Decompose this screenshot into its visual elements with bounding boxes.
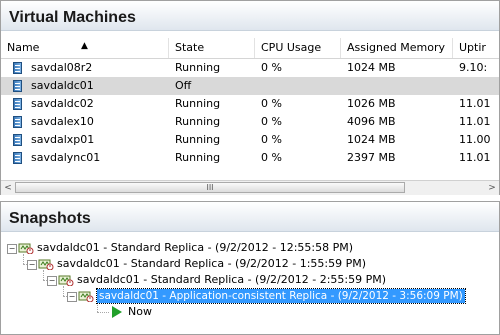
vm-name: savdalync01	[31, 151, 101, 164]
virtual-machine-icon	[13, 62, 22, 74]
vm-state: Running	[175, 97, 221, 110]
vm-uptime	[459, 77, 499, 95]
snapshot-icon	[18, 243, 34, 254]
scrollbar-thumb[interactable]: III	[15, 182, 405, 193]
snapshots-title: Snapshots	[1, 202, 499, 232]
vm-uptime: 11.01	[459, 97, 491, 110]
snapshot-icon	[38, 259, 54, 270]
snapshot-label-selected[interactable]: savdaldc01 - Application-consistent Repl…	[96, 288, 466, 304]
vm-cpu-usage	[261, 77, 341, 95]
column-header-cpu-usage[interactable]: CPU Usage	[255, 38, 341, 58]
vm-name: savdalex10	[31, 115, 94, 128]
now-play-icon	[112, 306, 122, 318]
snapshot-icon	[58, 275, 74, 286]
snapshot-node[interactable]: − savdaldc01 - Standard Replica - (9/2/2…	[1, 273, 499, 287]
snapshot-node[interactable]: − savdaldc01 - Standard Replica - (9/2/2…	[1, 257, 499, 271]
vm-assigned-memory: 1024 MB	[347, 61, 396, 74]
column-header-assigned-memory[interactable]: Assigned Memory	[341, 38, 453, 58]
column-header-uptime[interactable]: Uptir	[453, 38, 499, 58]
vm-name: savdal08r2	[31, 61, 93, 74]
sort-ascending-icon: ▲	[81, 41, 88, 51]
vm-assigned-memory	[347, 77, 447, 95]
virtual-machine-icon	[13, 134, 22, 146]
vm-row[interactable]: savdal08r2 Running 0 % 1024 MB 9.10:	[1, 59, 499, 77]
vm-uptime: 11.01	[459, 151, 491, 164]
vm-state: Running	[175, 61, 221, 74]
collapse-icon[interactable]: −	[47, 276, 57, 286]
collapse-icon[interactable]: −	[7, 244, 17, 254]
snapshot-node-now[interactable]: Now	[1, 305, 201, 319]
virtual-machine-icon	[13, 80, 22, 92]
snapshot-label: savdaldc01 - Standard Replica - (9/2/201…	[57, 257, 367, 270]
vm-state: Running	[175, 115, 221, 128]
vm-assigned-memory: 1024 MB	[347, 133, 396, 146]
vm-state: Off	[175, 79, 192, 92]
vm-state: Running	[175, 133, 221, 146]
collapse-icon[interactable]: −	[67, 292, 77, 302]
vm-uptime: 9.10:	[459, 61, 488, 74]
column-header-row: Name ▲ State CPU Usage Assigned Memory U…	[1, 38, 499, 59]
vm-name: savdalxp01	[31, 133, 95, 146]
virtual-machine-icon	[13, 116, 22, 128]
vm-assigned-memory: 2397 MB	[347, 151, 396, 164]
vm-uptime: 11.01	[459, 115, 491, 128]
column-header-state[interactable]: State	[169, 38, 255, 58]
vm-list: savdal08r2 Running 0 % 1024 MB 9.10: sav…	[1, 59, 499, 167]
virtual-machine-icon	[13, 98, 22, 110]
vm-state: Running	[175, 151, 221, 164]
snapshot-label: savdaldc01 - Standard Replica - (9/2/201…	[77, 273, 387, 286]
virtual-machines-title: Virtual Machines	[1, 1, 499, 31]
snapshot-label-now: Now	[128, 305, 152, 318]
scroll-left-icon[interactable]: <	[1, 181, 15, 195]
vm-cpu-usage: 0 %	[261, 97, 282, 110]
horizontal-scrollbar[interactable]: < III >	[1, 180, 499, 195]
vm-row[interactable]: savdaldc01 Off	[1, 77, 499, 95]
vm-uptime: 11.00	[459, 133, 491, 146]
collapse-icon[interactable]: −	[27, 260, 37, 270]
vm-row[interactable]: savdalync01 Running 0 % 2397 MB 11.01	[1, 149, 499, 167]
vm-assigned-memory: 4096 MB	[347, 115, 396, 128]
snapshot-icon	[78, 291, 94, 302]
snapshot-node[interactable]: − savdaldc01 - Standard Replica - (9/2/2…	[1, 241, 499, 255]
virtual-machine-icon	[13, 152, 22, 164]
column-header-name[interactable]: Name ▲	[1, 38, 169, 58]
virtual-machines-panel: Virtual Machines Name ▲ State CPU Usage …	[0, 0, 500, 195]
vm-row[interactable]: savdalxp01 Running 0 % 1024 MB 11.00	[1, 131, 499, 149]
vm-cpu-usage: 0 %	[261, 133, 282, 146]
snapshots-panel: Snapshots − savdaldc01 - Standard Replic…	[0, 201, 500, 335]
vm-name: savdaldc02	[31, 97, 94, 110]
vm-cpu-usage: 0 %	[261, 61, 282, 74]
vm-row[interactable]: savdalex10 Running 0 % 4096 MB 11.01	[1, 113, 499, 131]
vm-name: savdaldc01	[31, 79, 94, 92]
snapshot-label: savdaldc01 - Standard Replica - (9/2/201…	[37, 241, 354, 254]
vm-row[interactable]: savdaldc02 Running 0 % 1026 MB 11.01	[1, 95, 499, 113]
snapshot-node[interactable]: − savdaldc01 - Application-consistent Re…	[1, 288, 499, 304]
column-header-name-label: Name	[7, 41, 40, 54]
vm-assigned-memory: 1026 MB	[347, 97, 396, 110]
vm-cpu-usage: 0 %	[261, 151, 282, 164]
scroll-right-icon[interactable]: >	[485, 181, 499, 195]
vm-cpu-usage: 0 %	[261, 115, 282, 128]
